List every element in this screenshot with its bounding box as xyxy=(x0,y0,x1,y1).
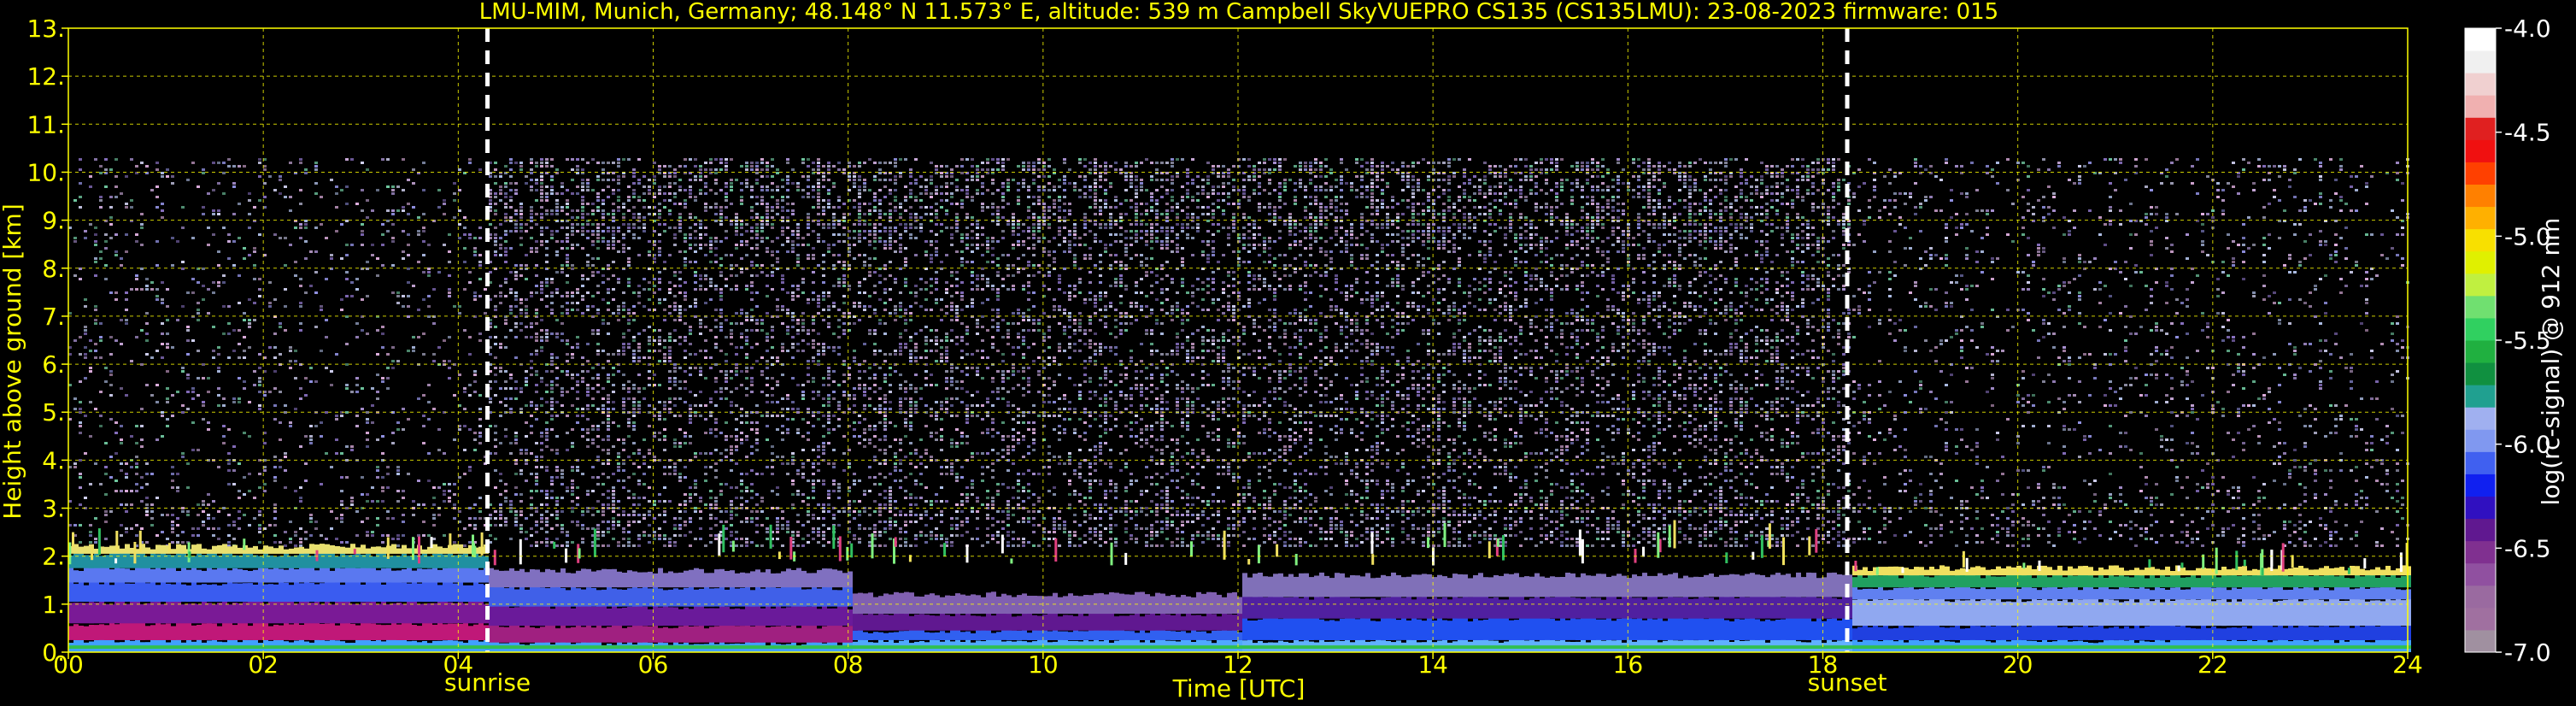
colorbar-segment xyxy=(2465,385,2496,408)
x-tick-label: 08 xyxy=(833,650,864,679)
y-tick-label: 10. xyxy=(26,158,65,186)
y-tick-label: 0. xyxy=(42,638,65,667)
colorbar-segment xyxy=(2465,540,2496,564)
x-tick-label: 24 xyxy=(2392,650,2423,679)
ceilometer-chart: sunrise sunset 00 02 04 06 08 10 12 14 16 18 20 22 24… xyxy=(0,0,2576,706)
colorbar-tick-label: -4.5 xyxy=(2504,119,2551,147)
colorbar-tick-label: -6.5 xyxy=(2504,534,2551,562)
colorbar-segment xyxy=(2465,95,2496,118)
colorbar-segment xyxy=(2465,206,2496,230)
colorbar-tick-label: -7.0 xyxy=(2504,638,2551,667)
colorbar-segment xyxy=(2465,429,2496,452)
colorbar-segment xyxy=(2465,340,2496,363)
colorbar-segment xyxy=(2465,474,2496,497)
colorbar-segment xyxy=(2465,73,2496,96)
colorbar-segment xyxy=(2465,362,2496,385)
y-tick-label: 5. xyxy=(42,398,65,427)
colorbar-segment xyxy=(2465,496,2496,520)
chart-title: LMU-MIM, Munich, Germany; 48.148° N 11.5… xyxy=(479,0,1998,25)
colorbar-segment xyxy=(2465,184,2496,208)
colorbar-segment xyxy=(2465,273,2496,297)
colorbar-segment xyxy=(2465,50,2496,74)
x-tick-label: 14 xyxy=(1417,650,1448,679)
x-tick-label: 02 xyxy=(248,650,279,679)
colorbar-segment xyxy=(2465,451,2496,474)
x-tick-label: 18 xyxy=(1808,650,1839,679)
colorbar-segment xyxy=(2465,317,2496,341)
x-tick-label: 16 xyxy=(1613,650,1644,679)
colorbar-label: log(rc-signal) @ 912 nm xyxy=(2537,218,2565,506)
y-tick-label: 8. xyxy=(42,255,65,283)
colorbar-segment xyxy=(2465,117,2496,140)
colorbar-segment xyxy=(2465,28,2496,51)
y-tick-label: 3. xyxy=(42,495,65,523)
colorbar-segment xyxy=(2465,518,2496,542)
x-axis-label: Time [UTC] xyxy=(1172,674,1306,703)
y-tick-label: 4. xyxy=(42,446,65,474)
colorbar-segment xyxy=(2465,585,2496,609)
colorbar-tick-label: -4.0 xyxy=(2504,15,2551,43)
x-tick-label: 06 xyxy=(638,650,669,679)
y-tick-label: 1. xyxy=(42,591,65,619)
y-tick-label: 7. xyxy=(42,303,65,331)
y-axis-label: Height above ground [km] xyxy=(0,203,26,520)
x-tick-label: 20 xyxy=(2003,650,2033,679)
colorbar-segment xyxy=(2465,562,2496,586)
y-tick-label: 13. xyxy=(26,15,65,43)
colorbar-segment xyxy=(2465,162,2496,185)
colorbar-segment xyxy=(2465,629,2496,653)
y-tick-label: 6. xyxy=(42,350,65,379)
x-tick-label: 22 xyxy=(2198,650,2228,679)
y-tick-label: 11. xyxy=(26,110,65,138)
x-tick-label: 04 xyxy=(443,650,474,679)
colorbar-segment xyxy=(2465,139,2496,162)
colorbar-segment xyxy=(2465,250,2496,274)
colorbar-segment xyxy=(2465,228,2496,252)
y-tick-label: 2. xyxy=(42,543,65,571)
colorbar-segment xyxy=(2465,607,2496,631)
colorbar-segment xyxy=(2465,407,2496,430)
x-tick-label: 10 xyxy=(1028,650,1059,679)
y-tick-label: 12. xyxy=(26,62,65,91)
y-tick-label: 9. xyxy=(42,207,65,235)
colorbar-segment xyxy=(2465,295,2496,319)
